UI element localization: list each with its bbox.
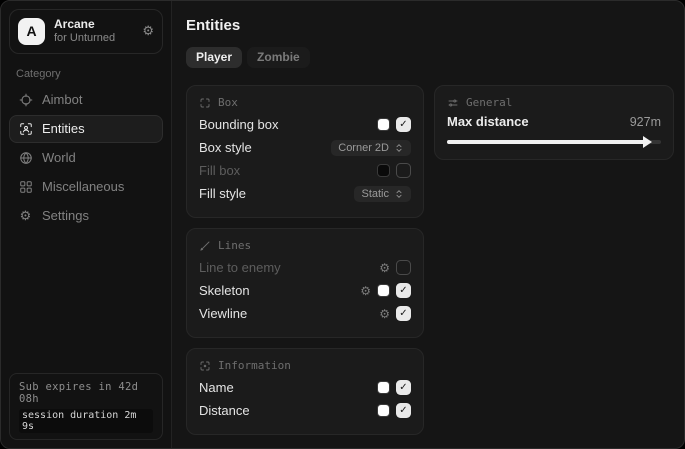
setting-row-distance: Distance ✓ <box>199 399 411 422</box>
sidebar-item-aimbot[interactable]: Aimbot <box>9 86 163 114</box>
setting-row-viewline: Viewline ⚙ ✓ <box>199 302 411 325</box>
information-card: Information Name ✓ Distance ✓ <box>186 348 424 435</box>
max-distance-row: Max distance 927m <box>447 114 661 129</box>
viewline-checkbox[interactable]: ✓ <box>396 306 411 321</box>
sidebar-item-label: Miscellaneous <box>42 179 124 194</box>
sidebar-item-label: World <box>42 150 76 165</box>
setting-row-bounding-box: Bounding box ✓ <box>199 113 411 136</box>
sidebar-item-settings[interactable]: ⚙ Settings <box>9 202 163 230</box>
app-title: Arcane <box>54 17 133 32</box>
information-scan-icon <box>199 360 211 372</box>
distance-checkbox[interactable]: ✓ <box>396 403 411 418</box>
setting-row-name: Name ✓ <box>199 376 411 399</box>
main-panel: Entities Player Zombie Box Bounding box … <box>172 1 685 448</box>
category-label: Category <box>16 68 163 80</box>
sliders-icon <box>447 97 459 109</box>
settings-gear-icon[interactable]: ⚙ <box>142 23 154 39</box>
setting-row-fill-style: Fill style Static <box>199 182 411 205</box>
bounding-box-checkbox[interactable]: ✓ <box>396 117 411 132</box>
row-gear-icon[interactable]: ⚙ <box>379 262 390 274</box>
grid-icon <box>18 179 33 194</box>
session-duration-text: session duration 2m 9s <box>19 409 153 433</box>
crosshair-icon <box>18 92 33 107</box>
tab-bar: Player Zombie <box>186 47 674 68</box>
color-swatch[interactable] <box>377 164 390 177</box>
general-card: General Max distance 927m <box>434 85 674 160</box>
tab-zombie[interactable]: Zombie <box>247 47 310 68</box>
card-title: Lines <box>218 239 251 252</box>
sub-expires-text: Sub expires in 42d 08h <box>19 381 153 405</box>
color-swatch[interactable] <box>377 381 390 394</box>
app-logo: A <box>18 18 45 45</box>
skeleton-checkbox[interactable]: ✓ <box>396 283 411 298</box>
sidebar-item-miscellaneous[interactable]: Miscellaneous <box>9 173 163 201</box>
max-distance-slider[interactable] <box>447 137 661 147</box>
card-title: General <box>466 96 512 109</box>
gear-icon: ⚙ <box>18 208 33 223</box>
lines-card: Lines Line to enemy ⚙ Skeleton ⚙ ✓ <box>186 228 424 338</box>
color-swatch[interactable] <box>377 118 390 131</box>
fill-box-checkbox[interactable] <box>396 163 411 178</box>
sidebar-item-label: Entities <box>42 121 85 136</box>
sidebar-item-entities[interactable]: Entities <box>9 115 163 143</box>
row-gear-icon[interactable]: ⚙ <box>360 285 371 297</box>
max-distance-slider-fill <box>447 140 645 144</box>
color-swatch[interactable] <box>377 284 390 297</box>
logo-card: A Arcane for Unturned ⚙ <box>9 9 163 54</box>
box-card: Box Bounding box ✓ Box style Corner 2D <box>186 85 424 218</box>
line-to-enemy-checkbox[interactable] <box>396 260 411 275</box>
row-gear-icon[interactable]: ⚙ <box>379 308 390 320</box>
name-checkbox[interactable]: ✓ <box>396 380 411 395</box>
sidebar-item-world[interactable]: World <box>9 144 163 172</box>
sidebar: A Arcane for Unturned ⚙ Category Aimbot … <box>1 1 172 448</box>
setting-row-skeleton: Skeleton ⚙ ✓ <box>199 279 411 302</box>
subscription-card: Sub expires in 42d 08h session duration … <box>9 373 163 440</box>
setting-row-fill-box: Fill box <box>199 159 411 182</box>
page-title: Entities <box>186 17 674 34</box>
entities-scan-icon <box>18 121 33 136</box>
setting-row-line-to-enemy: Line to enemy ⚙ <box>199 256 411 279</box>
max-distance-value: 927m <box>630 115 661 129</box>
sidebar-item-label: Aimbot <box>42 92 82 107</box>
slider-thumb[interactable] <box>643 136 652 148</box>
card-title: Information <box>218 359 291 372</box>
fill-style-dropdown[interactable]: Static <box>354 186 411 202</box>
color-swatch[interactable] <box>377 404 390 417</box>
card-title: Box <box>218 96 238 109</box>
globe-icon <box>18 150 33 165</box>
tab-player[interactable]: Player <box>186 47 242 68</box>
box-style-dropdown[interactable]: Corner 2D <box>331 140 411 156</box>
box-corners-icon <box>199 97 211 109</box>
app-subtitle: for Unturned <box>54 32 133 46</box>
unfold-icon <box>394 143 404 153</box>
app-window: A Arcane for Unturned ⚙ Category Aimbot … <box>0 0 685 449</box>
sidebar-item-label: Settings <box>42 208 89 223</box>
unfold-icon <box>394 189 404 199</box>
diagonal-line-icon <box>199 240 211 252</box>
setting-row-box-style: Box style Corner 2D <box>199 136 411 159</box>
max-distance-label: Max distance <box>447 114 630 129</box>
